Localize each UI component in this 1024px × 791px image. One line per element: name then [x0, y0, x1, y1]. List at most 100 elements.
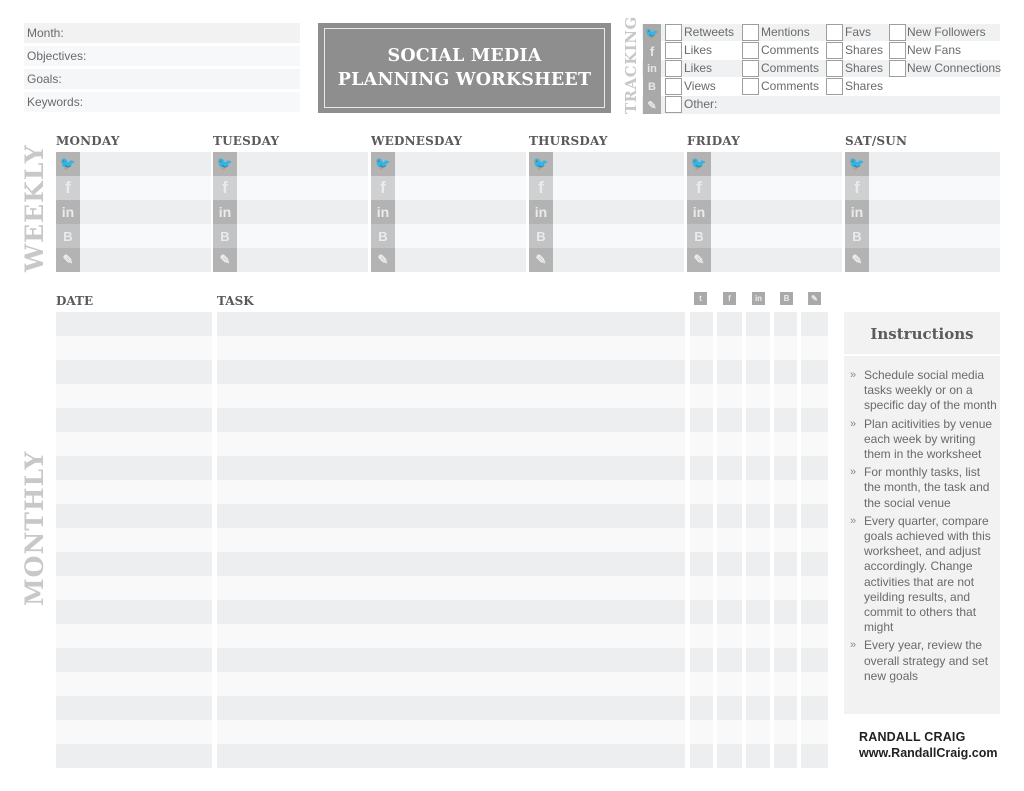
other-check-cell[interactable] [801, 552, 828, 576]
date-cell[interactable] [56, 432, 212, 456]
blogger-check-cell[interactable] [774, 456, 797, 480]
tracking-checkbox[interactable] [889, 42, 906, 59]
task-cell[interactable] [217, 744, 685, 768]
task-cell[interactable] [217, 456, 685, 480]
blogger-check-cell[interactable] [774, 504, 797, 528]
date-cell[interactable] [56, 648, 212, 672]
twitter-check-cell[interactable] [690, 648, 713, 672]
linkedin-check-cell[interactable] [746, 456, 770, 480]
other-check-cell[interactable] [801, 696, 828, 720]
task-cell[interactable] [217, 696, 685, 720]
linkedin-check-cell[interactable] [746, 312, 770, 336]
linkedin-check-cell[interactable] [746, 672, 770, 696]
task-cell[interactable] [217, 360, 685, 384]
facebook-check-cell[interactable] [717, 696, 742, 720]
twitter-check-cell[interactable] [690, 360, 713, 384]
other-check-cell[interactable] [801, 648, 828, 672]
blogger-check-cell[interactable] [774, 360, 797, 384]
date-cell[interactable] [56, 312, 212, 336]
date-cell[interactable] [56, 336, 212, 360]
blogger-check-cell[interactable] [774, 408, 797, 432]
twitter-check-cell[interactable] [690, 336, 713, 360]
task-cell[interactable] [217, 528, 685, 552]
blogger-check-cell[interactable] [774, 720, 797, 744]
facebook-check-cell[interactable] [717, 336, 742, 360]
task-cell[interactable] [217, 720, 685, 744]
other-check-cell[interactable] [801, 336, 828, 360]
twitter-check-cell[interactable] [690, 720, 713, 744]
blogger-check-cell[interactable] [774, 576, 797, 600]
linkedin-check-cell[interactable] [746, 504, 770, 528]
date-cell[interactable] [56, 696, 212, 720]
facebook-check-cell[interactable] [717, 720, 742, 744]
date-cell[interactable] [56, 528, 212, 552]
facebook-check-cell[interactable] [717, 528, 742, 552]
blogger-check-cell[interactable] [774, 600, 797, 624]
keywords-field[interactable]: Keywords: [24, 92, 300, 112]
task-cell[interactable] [217, 504, 685, 528]
linkedin-check-cell[interactable] [746, 528, 770, 552]
linkedin-check-cell[interactable] [746, 696, 770, 720]
tracking-checkbox[interactable] [826, 42, 843, 59]
linkedin-check-cell[interactable] [746, 576, 770, 600]
facebook-check-cell[interactable] [717, 312, 742, 336]
task-cell[interactable] [217, 384, 685, 408]
blogger-check-cell[interactable] [774, 336, 797, 360]
task-cell[interactable] [217, 648, 685, 672]
facebook-check-cell[interactable] [717, 576, 742, 600]
task-cell[interactable] [217, 432, 685, 456]
other-check-cell[interactable] [801, 360, 828, 384]
other-check-cell[interactable] [801, 432, 828, 456]
linkedin-check-cell[interactable] [746, 480, 770, 504]
facebook-check-cell[interactable] [717, 432, 742, 456]
facebook-check-cell[interactable] [717, 648, 742, 672]
tracking-checkbox[interactable] [826, 60, 843, 77]
date-cell[interactable] [56, 576, 212, 600]
objectives-field[interactable]: Objectives: [24, 46, 300, 66]
tracking-checkbox[interactable] [742, 78, 759, 95]
twitter-check-cell[interactable] [690, 408, 713, 432]
other-check-cell[interactable] [801, 576, 828, 600]
facebook-check-cell[interactable] [717, 624, 742, 648]
twitter-check-cell[interactable] [690, 576, 713, 600]
date-cell[interactable] [56, 360, 212, 384]
facebook-check-cell[interactable] [717, 456, 742, 480]
task-cell[interactable] [217, 312, 685, 336]
facebook-check-cell[interactable] [717, 504, 742, 528]
other-check-cell[interactable] [801, 480, 828, 504]
task-cell[interactable] [217, 480, 685, 504]
tracking-checkbox[interactable] [826, 78, 843, 95]
twitter-check-cell[interactable] [690, 312, 713, 336]
twitter-check-cell[interactable] [690, 672, 713, 696]
other-check-cell[interactable] [801, 672, 828, 696]
linkedin-check-cell[interactable] [746, 744, 770, 768]
twitter-check-cell[interactable] [690, 456, 713, 480]
twitter-check-cell[interactable] [690, 480, 713, 504]
twitter-check-cell[interactable] [690, 600, 713, 624]
date-cell[interactable] [56, 384, 212, 408]
date-cell[interactable] [56, 552, 212, 576]
linkedin-check-cell[interactable] [746, 720, 770, 744]
other-check-cell[interactable] [801, 384, 828, 408]
blogger-check-cell[interactable] [774, 312, 797, 336]
blogger-check-cell[interactable] [774, 480, 797, 504]
facebook-check-cell[interactable] [717, 360, 742, 384]
facebook-check-cell[interactable] [717, 672, 742, 696]
twitter-check-cell[interactable] [690, 528, 713, 552]
blogger-check-cell[interactable] [774, 384, 797, 408]
facebook-check-cell[interactable] [717, 480, 742, 504]
facebook-check-cell[interactable] [717, 744, 742, 768]
linkedin-check-cell[interactable] [746, 600, 770, 624]
month-field[interactable]: Month: [24, 23, 300, 43]
other-check-cell[interactable] [801, 408, 828, 432]
date-cell[interactable] [56, 456, 212, 480]
other-check-cell[interactable] [801, 528, 828, 552]
tracking-checkbox[interactable] [665, 42, 682, 59]
linkedin-check-cell[interactable] [746, 336, 770, 360]
linkedin-check-cell[interactable] [746, 408, 770, 432]
blogger-check-cell[interactable] [774, 552, 797, 576]
other-check-cell[interactable] [801, 312, 828, 336]
tracking-checkbox[interactable] [665, 78, 682, 95]
facebook-check-cell[interactable] [717, 600, 742, 624]
date-cell[interactable] [56, 744, 212, 768]
